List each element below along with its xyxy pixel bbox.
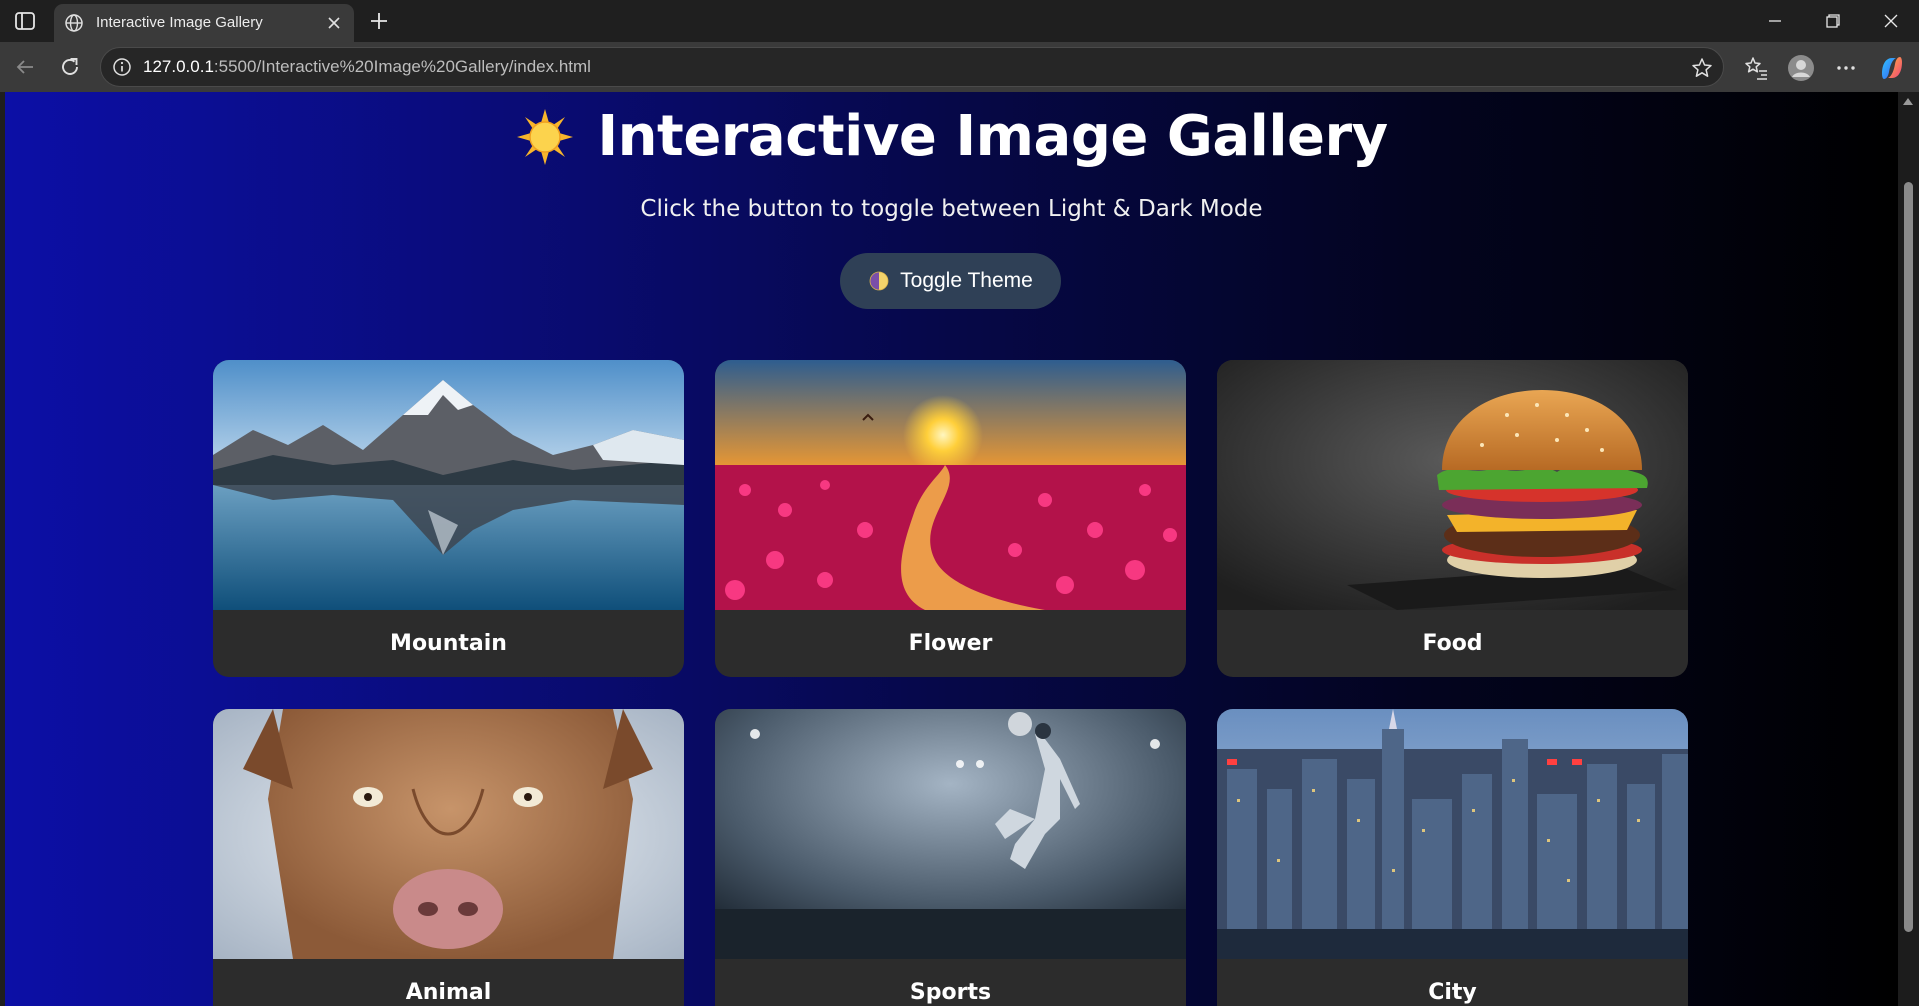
city-image [1217,709,1688,959]
mountain-image [213,360,684,610]
globe-icon [64,13,84,33]
card-label: Food [1422,631,1483,656]
scroll-up-arrow-icon[interactable] [1903,98,1913,105]
page-viewport: Interactive Image Gallery Click the butt… [5,92,1898,1006]
card-label: Flower [908,631,993,656]
close-tab-icon[interactable] [324,13,344,33]
close-window-icon[interactable] [1878,8,1904,34]
gallery-card-city[interactable]: City [1217,709,1688,1006]
browser-toolbar: 127.0.0.1:5500/Interactive%20Image%20Gal… [0,42,1919,92]
favorite-star-icon[interactable] [1691,57,1713,79]
food-image [1217,360,1688,610]
page-title: Interactive Image Gallery [597,104,1388,169]
address-bar[interactable]: 127.0.0.1:5500/Interactive%20Image%20Gal… [100,47,1724,87]
theme-icon [868,270,890,292]
scrollbar-thumb[interactable] [1904,182,1913,932]
page-header: Interactive Image Gallery [5,104,1898,169]
gallery-card-animal[interactable]: Animal [213,709,684,1006]
copilot-icon[interactable] [1878,54,1906,82]
page-subtitle: Click the button to toggle between Light… [640,196,1263,222]
minimize-icon[interactable] [1762,8,1788,34]
restore-icon[interactable] [1820,8,1846,34]
gallery-card-sports[interactable]: Sports [715,709,1186,1006]
gallery-card-mountain[interactable]: Mountain [213,360,684,677]
card-label: Animal [405,980,492,1005]
sports-image [715,709,1186,959]
browser-tab[interactable]: Interactive Image Gallery [54,4,354,42]
reload-icon[interactable] [57,54,83,80]
flower-image [715,360,1186,610]
animal-image [213,709,684,959]
toggle-theme-label: Toggle Theme [900,269,1033,292]
favorites-icon[interactable] [1742,54,1770,82]
tab-bar: Interactive Image Gallery [0,0,1919,42]
tab-actions-icon[interactable] [12,9,38,33]
profile-avatar-icon[interactable] [1787,54,1815,82]
back-arrow-icon[interactable] [12,54,38,80]
gallery-card-flower[interactable]: Flower [715,360,1186,677]
toggle-theme-button[interactable]: Toggle Theme [840,253,1061,309]
sun-icon [515,107,575,167]
card-label: City [1428,980,1477,1005]
page-scrollbar[interactable] [1898,92,1919,1006]
tab-title: Interactive Image Gallery [96,14,263,31]
more-options-icon[interactable] [1832,54,1860,82]
card-label: Mountain [390,631,507,656]
site-info-icon[interactable] [112,57,132,77]
url-text: 127.0.0.1:5500/Interactive%20Image%20Gal… [143,57,591,76]
new-tab-button[interactable] [364,6,394,36]
card-label: Sports [909,980,992,1005]
gallery-card-food[interactable]: Food [1217,360,1688,677]
